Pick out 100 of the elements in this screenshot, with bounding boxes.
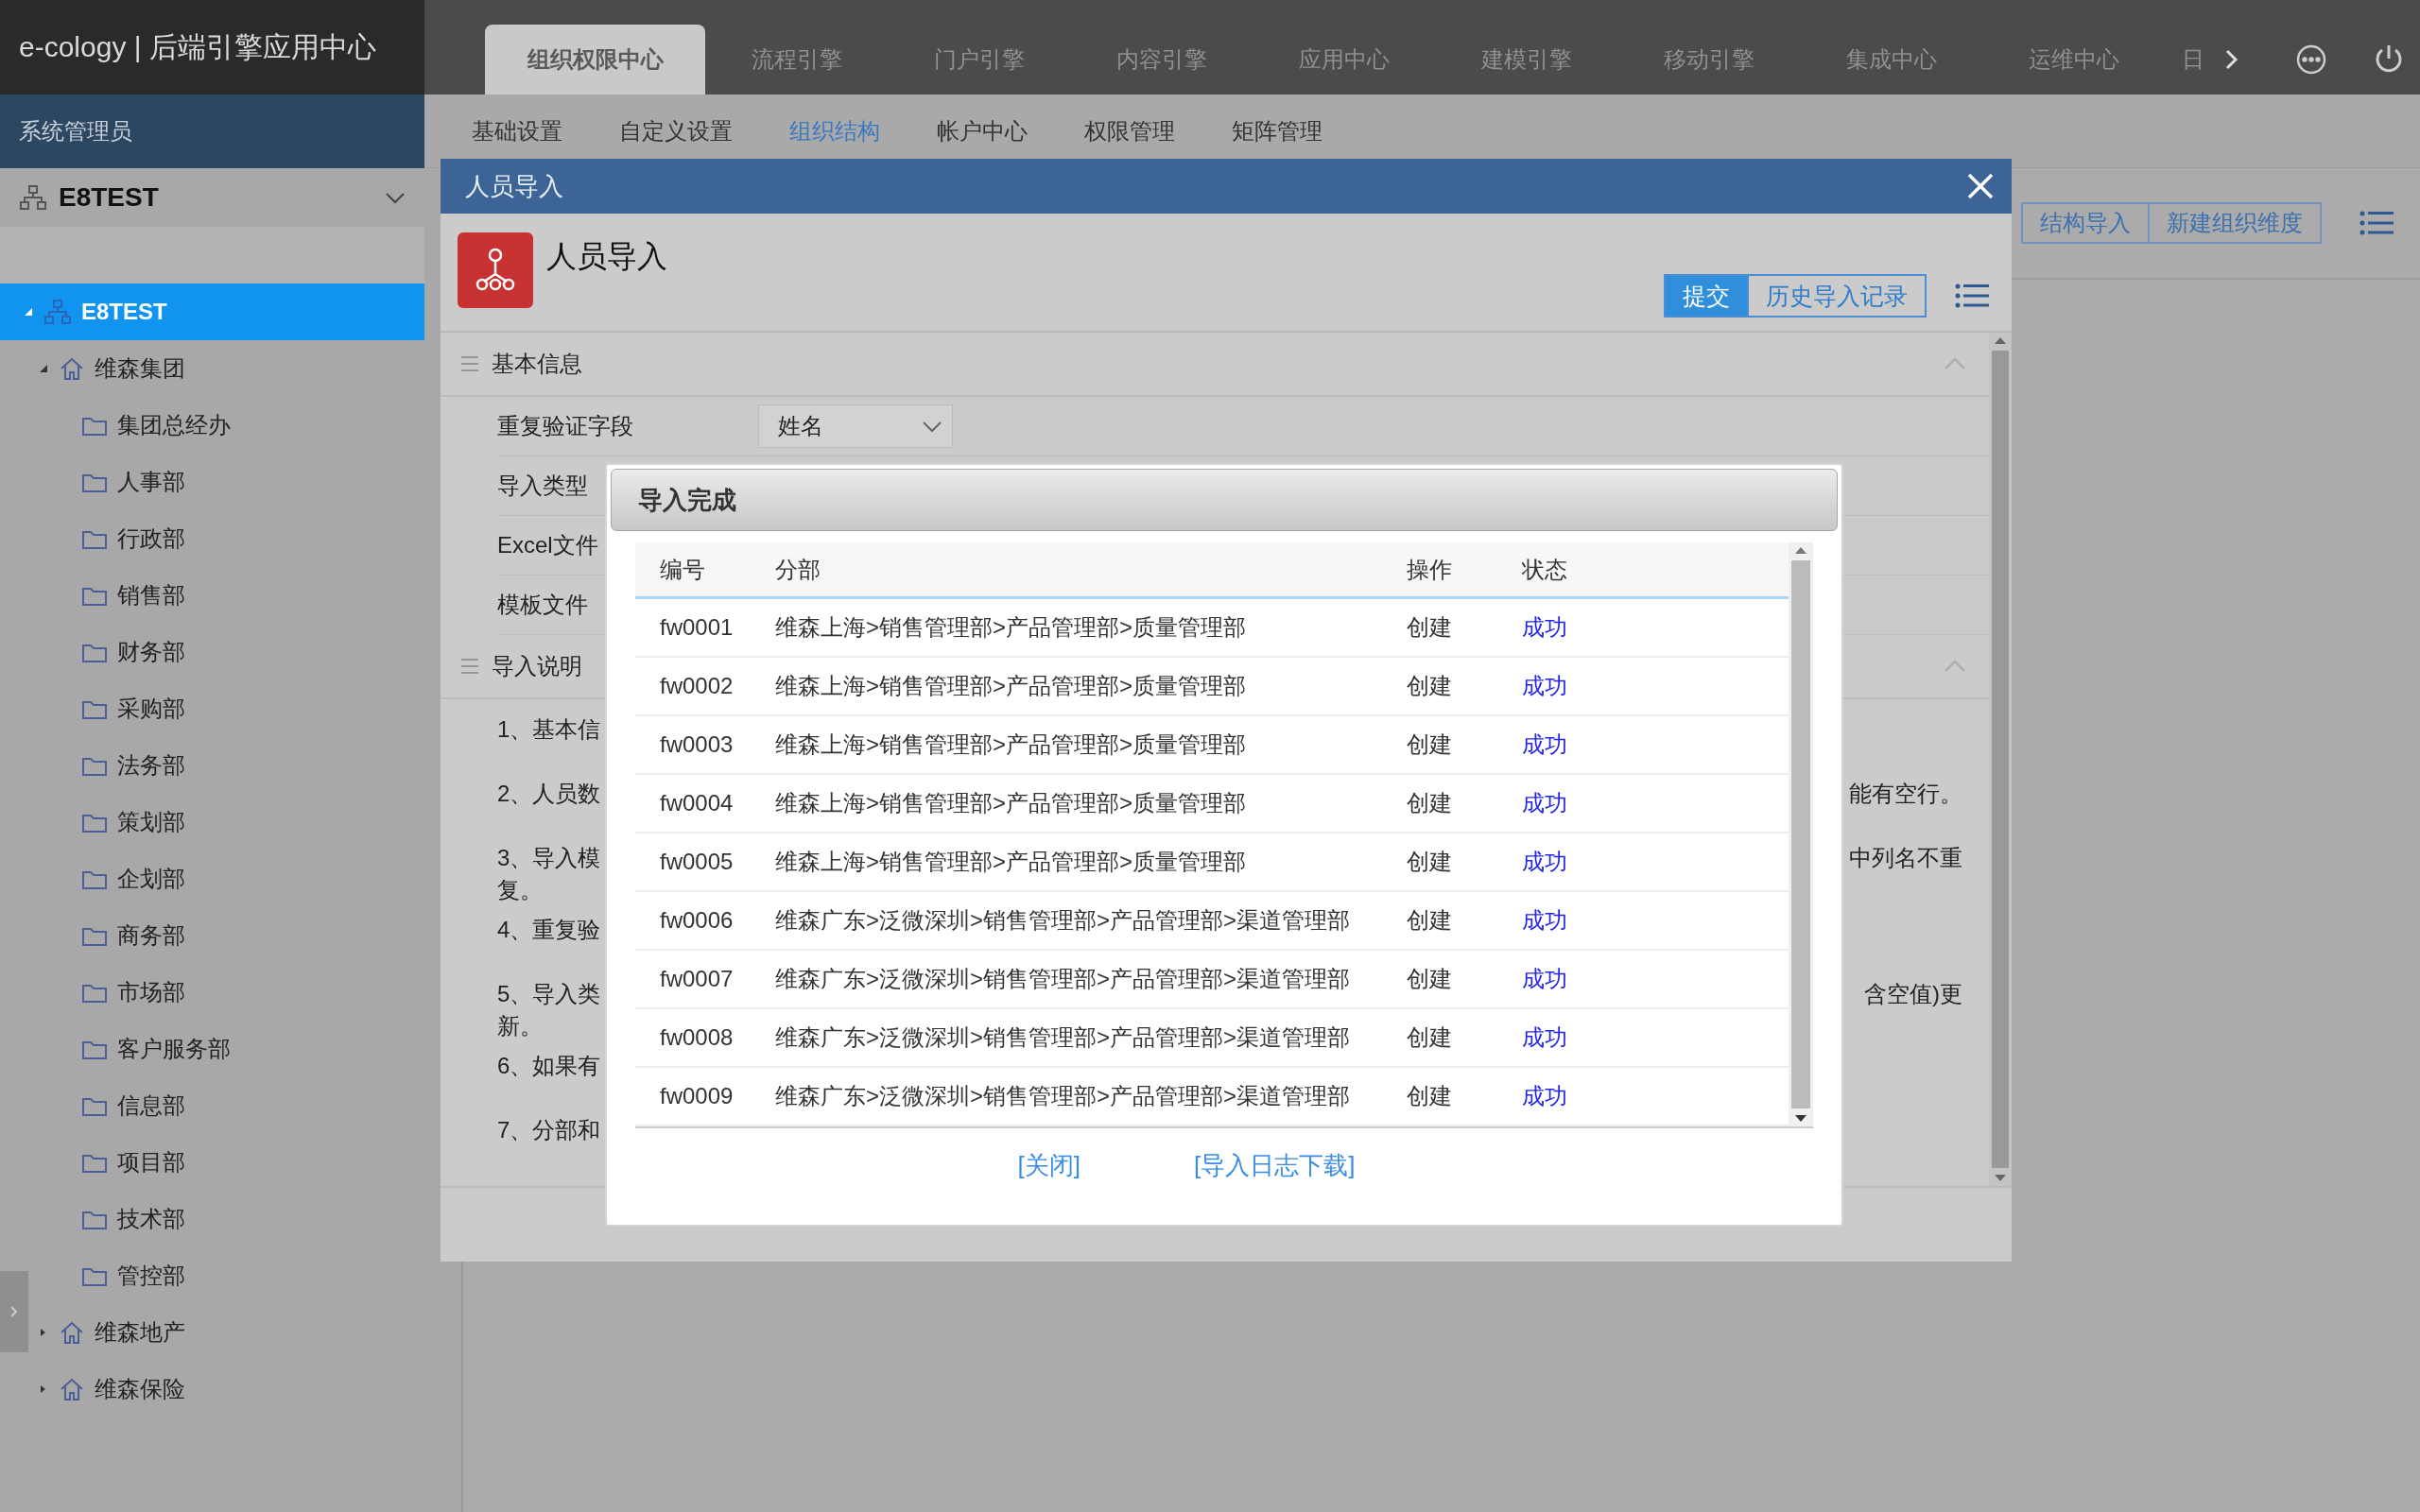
status-cell-text: 成功 (1522, 1082, 1567, 1110)
table-cell-text: 创建 (1407, 1082, 1452, 1110)
table-cell-text: 创建 (1407, 1023, 1452, 1052)
status-cell-text: 成功 (1522, 789, 1567, 817)
table-cell-text: 维森上海>销售管理部>产品管理部>质量管理部 (775, 730, 1247, 759)
app-icon (458, 232, 533, 308)
tree-item-label: 管控部 (117, 1262, 185, 1290)
nav-tab[interactable]: 流程引擎 (705, 25, 888, 94)
tree-item[interactable]: 采购部 (81, 680, 197, 737)
tree-item-label: 客户服务部 (117, 1035, 231, 1063)
table-cell: fw0004 (660, 790, 734, 816)
list-icon (2360, 210, 2394, 236)
table-cell: fw0009 (660, 1083, 734, 1109)
tree-item[interactable]: 维森保险 (38, 1361, 197, 1418)
more-icon (2295, 43, 2327, 76)
home-icon (59, 356, 85, 381)
tree-item[interactable]: 技术部 (81, 1191, 197, 1247)
column-header: 分部 (775, 555, 821, 584)
org-chart-icon (43, 299, 72, 325)
tree-item[interactable]: 行政部 (81, 510, 197, 567)
nav-tab[interactable]: 集成中心 (1800, 25, 1982, 94)
table-cell: fw0003 (660, 731, 734, 758)
field-label: Excel文件 (497, 531, 598, 559)
scroll-down-icon (1994, 1174, 2007, 1182)
menu-icon (461, 658, 478, 675)
tree-item-label: 技术部 (117, 1205, 185, 1233)
column-header: 操作 (1407, 555, 1452, 584)
scroll-up-icon (1794, 546, 1807, 555)
nav-tab[interactable]: 建模引擎 (1435, 25, 1617, 94)
table-cell: fw0006 (660, 907, 734, 934)
nav-tab[interactable]: 组织权限中心 (485, 25, 705, 94)
chevron-down-icon (385, 190, 406, 205)
note-text: 5、导入类 (497, 980, 601, 1008)
note-text: 4、重复验 (497, 916, 601, 944)
sidebar-toggle[interactable] (0, 1271, 28, 1352)
status-cell-text: 成功 (1522, 965, 1567, 993)
close-button[interactable] (1966, 172, 1995, 200)
dialog-title: 人员导入 (465, 170, 563, 202)
org-selector[interactable]: E8TEST (0, 168, 424, 227)
table-cell-text: 创建 (1407, 848, 1452, 876)
popup-link[interactable]: [关闭] (1017, 1149, 1080, 1182)
subnav-item[interactable]: 基础设置 (472, 115, 562, 146)
tree-item[interactable]: 维森集团 (38, 340, 197, 397)
subnav-item[interactable]: 帐户中心 (937, 115, 1028, 146)
tree-toggle[interactable] (38, 363, 49, 374)
tree-item-label: 维森地产 (95, 1318, 185, 1347)
nav-tab[interactable]: 运维中心 (1982, 25, 2165, 94)
tree-item[interactable]: 策划部 (81, 794, 197, 850)
submit-button[interactable]: 提交 (1664, 274, 1749, 318)
tree-item[interactable]: 市场部 (81, 964, 197, 1021)
tree-item-label: 商务部 (117, 921, 185, 950)
tree-item[interactable]: 管控部 (81, 1247, 197, 1304)
tree-item-label: 信息部 (117, 1091, 185, 1120)
tree-item[interactable]: 人事部 (81, 454, 197, 510)
tree-item[interactable]: 财务部 (81, 624, 197, 680)
nav-tab[interactable]: 日 (2165, 25, 2221, 94)
note-text: 含空值)更 (1864, 980, 1962, 1008)
tree-item-label: 人事部 (117, 468, 185, 496)
tree-item[interactable]: 维森地产 (38, 1304, 197, 1361)
search-field[interactable] (0, 227, 424, 284)
table-cell-text: 维森广东>泛微深圳>销售管理部>产品管理部>渠道管理部 (775, 965, 1351, 993)
nav-tab[interactable]: 应用中心 (1253, 25, 1435, 94)
subnav-item[interactable]: 自定义设置 (619, 115, 733, 146)
tree-item[interactable]: 客户服务部 (81, 1021, 242, 1077)
table-cell-text: 维森上海>销售管理部>产品管理部>质量管理部 (775, 672, 1247, 700)
table-cell-text: 创建 (1407, 965, 1452, 993)
nav-tab[interactable]: 移动引擎 (1617, 25, 1800, 94)
scrollbar[interactable] (1989, 333, 2012, 1186)
table-cell-text: 维森上海>销售管理部>产品管理部>质量管理部 (775, 613, 1247, 642)
note-text: 能有空行。 (1849, 780, 1962, 808)
select-field[interactable]: 姓名 (758, 404, 953, 448)
tree-item[interactable]: 商务部 (81, 907, 197, 964)
popup-link[interactable]: [导入日志下载] (1194, 1149, 1356, 1182)
tree-item-label: E8TEST (81, 299, 167, 325)
tree-toggle[interactable] (23, 306, 34, 318)
home-icon (59, 1377, 85, 1401)
scrollbar[interactable] (1789, 542, 1813, 1126)
table-cell-text: 创建 (1407, 906, 1452, 935)
subnav-item[interactable]: 矩阵管理 (1232, 115, 1322, 146)
section-title: 基本信息 (492, 350, 582, 378)
tree-item[interactable]: 集团总经办 (81, 397, 242, 454)
tree-item[interactable]: E8TEST (0, 284, 424, 340)
tree-item[interactable]: 企划部 (81, 850, 197, 907)
tree-item[interactable]: 项目部 (81, 1134, 197, 1191)
subnav-item[interactable]: 权限管理 (1084, 115, 1175, 146)
tree-item[interactable]: 信息部 (81, 1077, 197, 1134)
close-icon (1966, 172, 1995, 200)
field-label: 导入类型 (497, 472, 588, 500)
nav-tab[interactable]: 内容引擎 (1070, 25, 1253, 94)
note-text: 3、导入模 (497, 844, 601, 872)
table-cell: fw0005 (660, 849, 734, 875)
table-cell-text: 维森广东>泛微深圳>销售管理部>产品管理部>渠道管理部 (775, 1023, 1351, 1052)
field-label: 模板文件 (497, 591, 588, 619)
tree-item[interactable]: 法务部 (81, 737, 197, 794)
tree-item[interactable]: 销售部 (81, 567, 197, 624)
column-header: 编号 (660, 555, 705, 584)
list-icon (1955, 283, 1989, 309)
table-cell: fw0001 (660, 614, 734, 641)
nav-tab[interactable]: 门户引擎 (888, 25, 1070, 94)
status-cell-text: 成功 (1522, 1023, 1567, 1052)
